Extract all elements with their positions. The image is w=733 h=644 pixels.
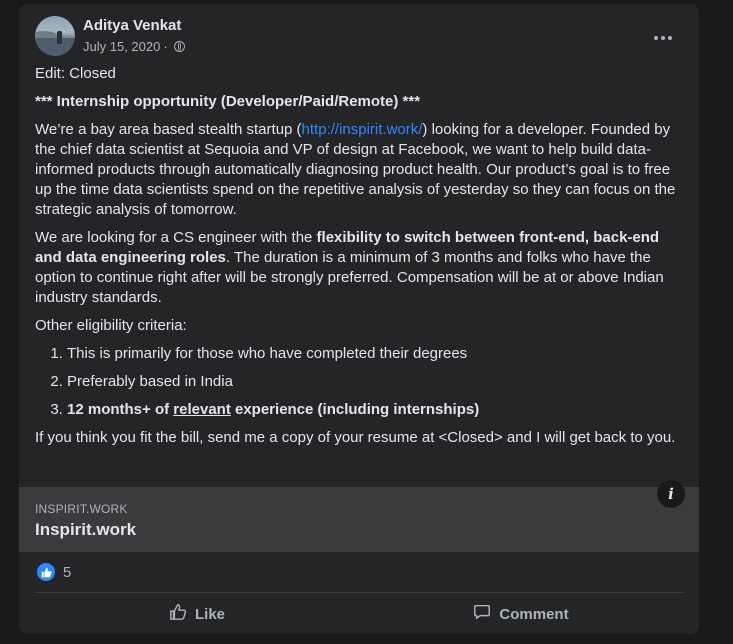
author-name[interactable]: Aditya Venkat xyxy=(83,17,181,34)
meta-separator: · xyxy=(163,39,168,54)
divider xyxy=(35,592,683,593)
post-header: Aditya Venkat July 15, 2020 · xyxy=(35,16,683,58)
thumbs-up-icon xyxy=(37,563,55,581)
like-icon xyxy=(169,603,187,625)
list-item: Preferably based in India xyxy=(67,372,683,392)
post-card: Aditya Venkat July 15, 2020 · Edit: Clos… xyxy=(19,4,699,634)
like-button[interactable]: Like xyxy=(35,596,359,632)
list-item: 12 months+ of relevant experience (inclu… xyxy=(67,400,683,420)
post-meta: July 15, 2020 · xyxy=(83,39,185,54)
website-link[interactable]: http://inspirit.work/ xyxy=(302,121,423,138)
more-options-icon[interactable] xyxy=(649,24,677,52)
link-preview[interactable]: INSPIRIT.WORK Inspirit.work i xyxy=(19,480,699,552)
link-preview-domain: INSPIRIT.WORK xyxy=(35,502,128,516)
post-headline: *** Internship opportunity (Developer/Pa… xyxy=(35,93,421,110)
info-icon[interactable]: i xyxy=(657,480,685,508)
reaction-count: 5 xyxy=(63,563,72,581)
paragraph-role: We are looking for a CS engineer with th… xyxy=(35,229,664,306)
avatar[interactable] xyxy=(35,16,75,56)
post-body: Edit: Closed *** Internship opportunity … xyxy=(35,64,683,456)
edit-line: Edit: Closed xyxy=(35,65,116,82)
list-item: This is primarily for those who have com… xyxy=(67,344,683,364)
criteria-list: This is primarily for those who have com… xyxy=(35,344,683,420)
like-label: Like xyxy=(194,605,225,623)
link-preview-title[interactable]: Inspirit.work xyxy=(35,520,136,540)
comment-label: Comment xyxy=(499,605,569,623)
action-bar: Like Comment xyxy=(35,596,683,632)
comment-icon xyxy=(473,603,491,625)
criteria-heading: Other eligibility criteria: xyxy=(35,317,187,334)
post-date[interactable]: July 15, 2020 xyxy=(83,39,160,54)
reaction-summary[interactable]: 5 xyxy=(37,562,71,582)
closing-paragraph: If you think you fit the bill, send me a… xyxy=(35,429,676,446)
globe-icon[interactable] xyxy=(173,41,185,52)
paragraph-intro: We’re a bay area based stealth startup (… xyxy=(35,121,676,218)
comment-button[interactable]: Comment xyxy=(359,596,683,632)
